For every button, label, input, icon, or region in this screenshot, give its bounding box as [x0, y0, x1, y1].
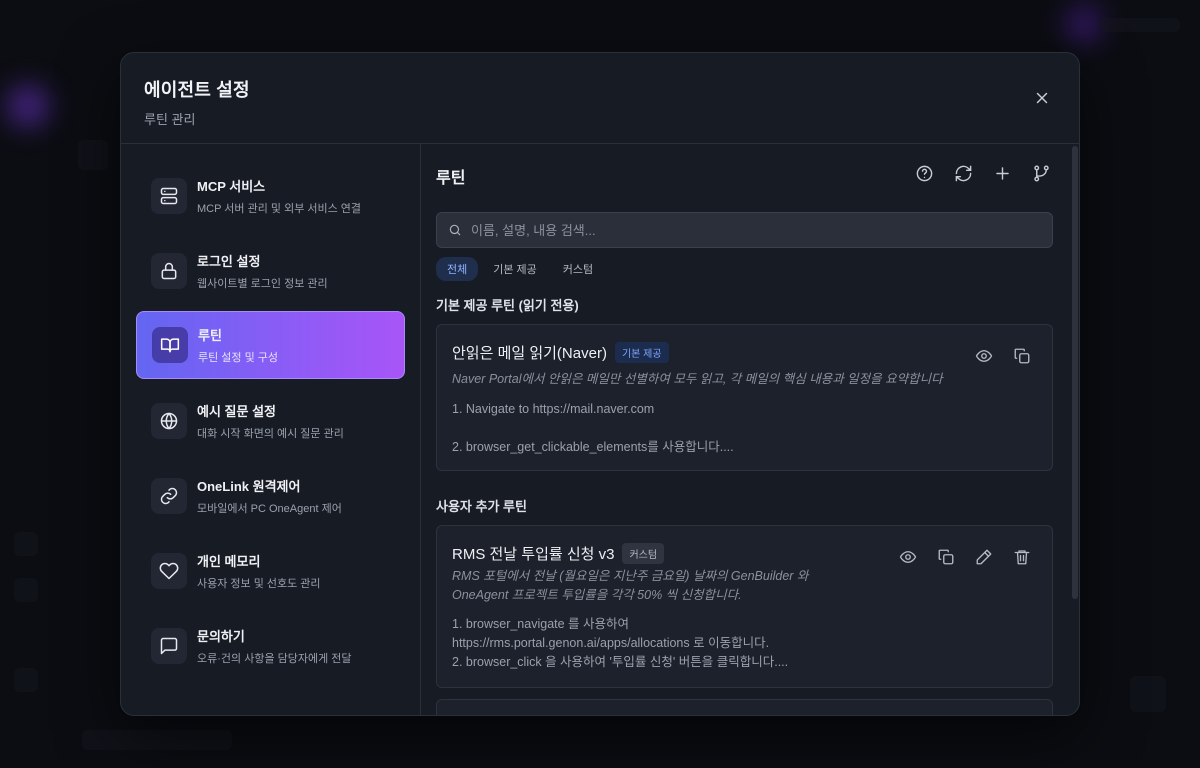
globe-icon — [151, 403, 187, 439]
lock-icon — [151, 253, 187, 289]
book-icon — [152, 327, 188, 363]
routines-panel: 루틴 이름, 설명, 내용 검색... 전체 기본 제공 커스텀 기본 제공 루… — [421, 144, 1079, 715]
refresh-icon[interactable] — [954, 164, 973, 183]
background-bar — [14, 578, 38, 602]
message-icon — [151, 628, 187, 664]
search-box[interactable] — [436, 212, 1053, 248]
filter-custom[interactable]: 커스텀 — [552, 257, 604, 281]
sidebar-item-label: MCP 서비스 — [197, 179, 266, 194]
dialog-subtitle: 루틴 관리 — [144, 112, 196, 127]
view-icon[interactable] — [899, 548, 917, 566]
server-icon — [151, 178, 187, 214]
sidebar-item-label: OneLink 원격제어 — [197, 479, 301, 494]
routine-card-builtin[interactable]: 안읽은 메일 읽기(Naver) 기본 제공 Naver Portal에서 안읽… — [436, 324, 1053, 471]
routine-description: Naver Portal에서 안읽은 메일만 선별하여 모두 읽고, 각 메일의… — [452, 372, 943, 386]
routine-card-custom[interactable] — [436, 699, 1053, 715]
add-icon[interactable] — [993, 164, 1012, 183]
sidebar-item-contact[interactable]: 문의하기 오류·건의 사항을 담당자에게 전달 — [136, 612, 405, 680]
sidebar-item-label: 예시 질문 설정 — [197, 404, 276, 419]
help-icon[interactable] — [915, 164, 934, 183]
routine-title: 안읽은 메일 읽기(Naver) — [452, 345, 607, 362]
background-glow — [1066, 6, 1102, 42]
routine-actions — [899, 548, 1031, 566]
routine-content-preview: 1. Navigate to https://mail.naver.com 2.… — [452, 402, 734, 454]
sidebar-item-desc: 루틴 설정 및 구성 — [198, 352, 279, 364]
edit-icon[interactable] — [975, 548, 993, 566]
page-title: 루틴 — [436, 170, 466, 187]
settings-sidebar: MCP 서비스 MCP 서버 관리 및 외부 서비스 연결 로그인 설정 웹사이… — [121, 144, 421, 715]
custom-section-title: 사용자 추가 루틴 — [436, 499, 527, 514]
sidebar-item-login-settings[interactable]: 로그인 설정 웹사이트별 로그인 정보 관리 — [136, 237, 405, 305]
background-bar — [78, 140, 108, 170]
sidebar-item-desc: MCP 서버 관리 및 외부 서비스 연결 — [197, 203, 362, 215]
close-icon[interactable] — [1033, 89, 1051, 107]
sidebar-item-mcp-services[interactable]: MCP 서비스 MCP 서버 관리 및 외부 서비스 연결 — [136, 162, 405, 230]
routine-actions — [975, 347, 1031, 365]
custom-badge: 커스텀 — [622, 543, 665, 564]
filter-all[interactable]: 전체 — [436, 257, 479, 281]
search-input[interactable] — [471, 222, 1031, 238]
sidebar-item-label: 로그인 설정 — [197, 254, 261, 269]
sidebar-item-label: 문의하기 — [197, 629, 245, 644]
sidebar-item-desc: 사용자 정보 및 선호도 관리 — [197, 578, 321, 590]
sidebar-item-desc: 모바일에서 PC OneAgent 제어 — [197, 503, 342, 515]
delete-icon[interactable] — [1013, 548, 1031, 566]
routine-title: RMS 전날 투입률 신청 v3 — [452, 546, 615, 563]
background-bar — [1100, 18, 1180, 32]
sidebar-item-desc: 대화 시작 화면의 예시 질문 관리 — [197, 428, 344, 440]
sidebar-item-onelink[interactable]: OneLink 원격제어 모바일에서 PC OneAgent 제어 — [136, 462, 405, 530]
builtin-section-title: 기본 제공 루틴 (읽기 전용) — [436, 298, 579, 313]
git-branch-icon[interactable] — [1032, 164, 1051, 183]
heart-icon — [151, 553, 187, 589]
background-bar — [1130, 676, 1166, 712]
dialog-body: MCP 서비스 MCP 서버 관리 및 외부 서비스 연결 로그인 설정 웹사이… — [121, 144, 1079, 715]
routine-description: RMS 포털에서 전날 (월요일은 지난주 금요일) 날짜의 GenBuilde… — [452, 569, 809, 602]
routine-content-preview: 1. browser_navigate 를 사용하여 https://rms.p… — [452, 617, 789, 669]
sidebar-item-label: 개인 메모리 — [197, 554, 261, 569]
routine-toolbar — [915, 164, 1051, 183]
background-glow — [8, 86, 48, 126]
sidebar-item-routines[interactable]: 루틴 루틴 설정 및 구성 — [136, 311, 405, 379]
scrollbar[interactable] — [1072, 146, 1078, 599]
background-bar — [14, 668, 38, 692]
link-icon — [151, 478, 187, 514]
dialog-title: 에이전트 설정 — [144, 80, 250, 100]
view-icon[interactable] — [975, 347, 993, 365]
sidebar-item-personal-memory[interactable]: 개인 메모리 사용자 정보 및 선호도 관리 — [136, 537, 405, 605]
sidebar-item-label: 루틴 — [198, 328, 222, 343]
copy-icon[interactable] — [1013, 347, 1031, 365]
sidebar-item-example-questions[interactable]: 예시 질문 설정 대화 시작 화면의 예시 질문 관리 — [136, 387, 405, 455]
background-bar — [82, 730, 232, 750]
sidebar-item-desc: 오류·건의 사항을 담당자에게 전달 — [197, 653, 352, 665]
builtin-badge: 기본 제공 — [614, 342, 669, 363]
sidebar-item-desc: 웹사이트별 로그인 정보 관리 — [197, 278, 328, 290]
search-icon — [449, 224, 461, 236]
filter-tabs: 전체 기본 제공 커스텀 — [436, 257, 604, 281]
agent-settings-dialog: 에이전트 설정 루틴 관리 MCP 서비스 MCP 서버 관리 및 외부 서비스… — [120, 52, 1080, 716]
dialog-header: 에이전트 설정 루틴 관리 — [121, 53, 1079, 144]
copy-icon[interactable] — [937, 548, 955, 566]
routine-card-custom[interactable]: RMS 전날 투입률 신청 v3 커스텀 RMS 포털에서 전날 (월요일은 지… — [436, 525, 1053, 688]
filter-builtin[interactable]: 기본 제공 — [482, 257, 548, 281]
background-bar — [14, 532, 38, 556]
